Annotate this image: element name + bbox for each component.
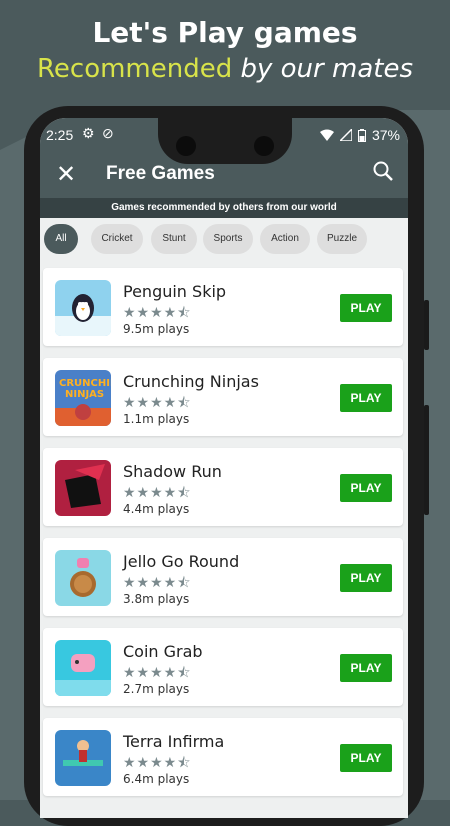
play-button[interactable]: PLAY bbox=[340, 294, 392, 322]
play-button[interactable]: PLAY bbox=[340, 654, 392, 682]
page-title: Free Games bbox=[106, 163, 215, 184]
play-count: 2.7m plays bbox=[123, 682, 190, 696]
promo-tagline: by our mates bbox=[232, 54, 413, 84]
sync-icon: ⊘ bbox=[102, 125, 114, 141]
game-thumbnail bbox=[55, 550, 111, 606]
game-thumbnail bbox=[55, 640, 111, 696]
sensor-icon bbox=[254, 136, 274, 156]
phone-volume-button bbox=[424, 405, 429, 515]
game-title: Terra Infirma bbox=[123, 732, 225, 751]
phone-side-button bbox=[424, 300, 429, 350]
game-thumbnail bbox=[55, 730, 111, 786]
play-count: 3.8m plays bbox=[123, 592, 190, 606]
svg-text:NINJAS: NINJAS bbox=[65, 389, 104, 400]
close-icon[interactable]: ✕ bbox=[56, 160, 76, 189]
chip-all[interactable]: All bbox=[44, 224, 78, 254]
phone-notch bbox=[158, 106, 292, 164]
game-card[interactable]: CRUNCHINGNINJAS Crunching Ninjas ★★★★⯪ 1… bbox=[43, 358, 403, 436]
battery-percent: 37% bbox=[371, 127, 400, 143]
game-title: Shadow Run bbox=[123, 462, 222, 481]
game-card[interactable]: Coin Grab ★★★★⯪ 2.7m plays PLAY bbox=[43, 628, 403, 706]
play-count: 6.4m plays bbox=[123, 772, 190, 786]
chip-cricket[interactable]: Cricket bbox=[91, 224, 143, 254]
chip-stunt[interactable]: Stunt bbox=[151, 224, 197, 254]
game-card[interactable]: Jello Go Round ★★★★⯪ 3.8m plays PLAY bbox=[43, 538, 403, 616]
game-thumbnail bbox=[55, 460, 111, 516]
play-button[interactable]: PLAY bbox=[340, 384, 392, 412]
promo-headline: Let's Play games bbox=[92, 16, 358, 49]
subtitle-banner: Games recommended by others from our wor… bbox=[40, 198, 408, 218]
game-title: Coin Grab bbox=[123, 642, 203, 661]
play-button[interactable]: PLAY bbox=[340, 474, 392, 502]
game-title: Crunching Ninjas bbox=[123, 372, 259, 391]
category-chips: All Cricket Stunt Sports Action Puzzle bbox=[40, 224, 408, 256]
game-card[interactable]: Terra Infirma ★★★★⯪ 6.4m plays PLAY bbox=[43, 718, 403, 796]
chip-sports[interactable]: Sports bbox=[203, 224, 253, 254]
game-title: Penguin Skip bbox=[123, 282, 227, 301]
game-title: Jello Go Round bbox=[123, 552, 240, 571]
play-count: 1.1m plays bbox=[123, 412, 190, 426]
chip-action[interactable]: Action bbox=[260, 224, 310, 254]
phone-screen: 2:25 ⚙ ⊘ 37% ✕ Free Games Games recommen… bbox=[40, 118, 408, 818]
play-count: 4.4m plays bbox=[123, 502, 190, 516]
game-card[interactable]: Penguin Skip ★★★★⯪ 9.5m plays PLAY bbox=[43, 268, 403, 346]
promo-subheadline: Recommended by our mates bbox=[0, 54, 450, 84]
status-time: 2:25 bbox=[46, 127, 74, 143]
svg-text:CRUNCHING: CRUNCHING bbox=[59, 378, 111, 389]
status-right-group: 37% bbox=[319, 127, 400, 143]
wifi-icon bbox=[319, 129, 334, 141]
camera-icon bbox=[176, 136, 196, 156]
battery-icon bbox=[357, 128, 366, 142]
signal-icon bbox=[339, 129, 352, 141]
play-count: 9.5m plays bbox=[123, 322, 190, 336]
game-thumbnail bbox=[55, 280, 111, 336]
search-icon[interactable] bbox=[372, 160, 394, 182]
settings-gear-icon: ⚙ bbox=[82, 125, 95, 141]
play-button[interactable]: PLAY bbox=[340, 564, 392, 592]
chip-puzzle[interactable]: Puzzle bbox=[317, 224, 367, 254]
promo-highlight: Recommended bbox=[37, 54, 233, 84]
game-card[interactable]: Shadow Run ★★★★⯪ 4.4m plays PLAY bbox=[43, 448, 403, 526]
game-thumbnail: CRUNCHINGNINJAS bbox=[55, 370, 111, 426]
play-button[interactable]: PLAY bbox=[340, 744, 392, 772]
